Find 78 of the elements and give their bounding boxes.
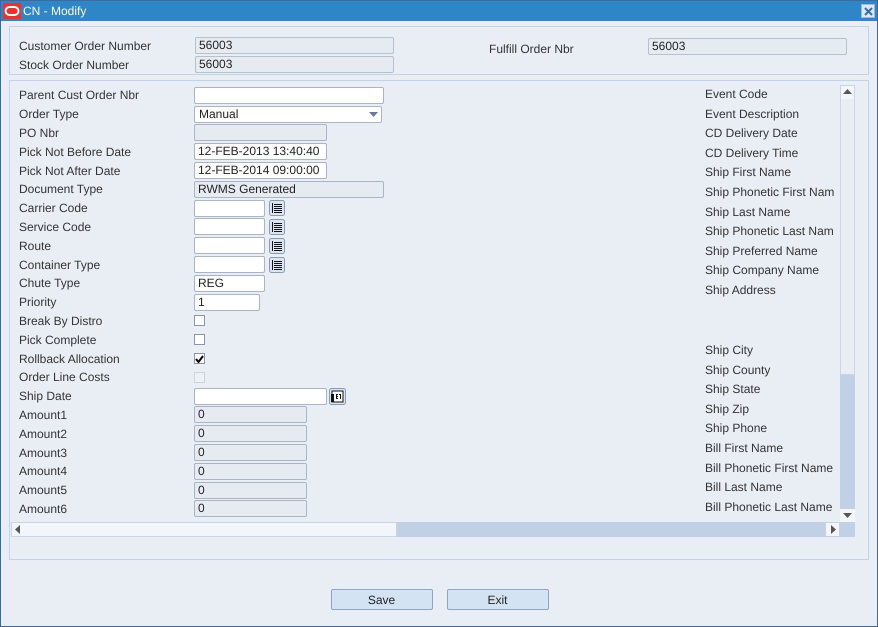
checkbox[interactable] (194, 353, 205, 364)
action-button[interactable]: Save (330, 589, 432, 610)
input-field: 56003 (195, 37, 394, 54)
action-button[interactable]: Exit (446, 589, 548, 610)
field-label: Ship Preferred Name (705, 242, 818, 259)
field-label: Pick Not Before Date (19, 144, 132, 161)
field-label: Break By Distro (19, 312, 104, 330)
input-field[interactable] (194, 237, 265, 254)
field-label: Fulfill Order Nbr (489, 41, 575, 58)
field-label: Ship Phonetic First Nam (705, 184, 834, 200)
input-field[interactable] (194, 218, 265, 236)
field-label: Service Code (19, 218, 92, 236)
field-label: Ship State (705, 381, 760, 398)
field-label: Route (19, 238, 52, 255)
field-label: Ship Last Name (705, 204, 790, 220)
field-label: Bill First Name (705, 440, 784, 456)
field-label: PO Nbr (19, 124, 60, 142)
window-title: CN - Modify (23, 3, 86, 20)
field-label: Amount3 (19, 444, 68, 462)
field-label: Ship Company Name (705, 262, 820, 278)
field-label: Container Type (19, 256, 102, 274)
input-field[interactable] (194, 256, 265, 274)
field-label: Bill Last Name (705, 479, 782, 496)
field-label: Ship City (705, 342, 754, 358)
checkbox[interactable] (194, 315, 205, 326)
horizontal-scrollbar[interactable] (11, 522, 855, 537)
input-field[interactable] (194, 200, 265, 217)
list-icon[interactable] (269, 200, 285, 216)
input-field[interactable] (194, 388, 327, 405)
input-field[interactable] (194, 86, 384, 104)
field-label: Ship First Name (705, 164, 792, 180)
close-icon (864, 6, 872, 16)
field-label: Ship Phonetic Last Nam (705, 223, 834, 240)
field-label: Carrier Code (19, 200, 89, 218)
field-label: Rollback Allocation (19, 350, 121, 368)
input-field[interactable]: 1 (194, 294, 260, 311)
field-label: Amount2 (19, 426, 68, 443)
logo-icon (3, 3, 21, 19)
list-icon[interactable] (269, 218, 285, 235)
field-label: Pick Not After Date (19, 162, 122, 180)
input-field[interactable]: 12-FEB-2013 13:40:40 (194, 143, 327, 160)
input-field[interactable]: 12-FEB-2014 09:00:00 (194, 162, 327, 180)
close-button[interactable] (861, 4, 875, 18)
field-label: Bill Phonetic First Name (705, 460, 834, 476)
field-label: Chute Type (19, 275, 82, 292)
field-label: Event Code (705, 86, 768, 102)
field-label: Pick Complete (19, 332, 98, 349)
field-label: Amount5 (19, 482, 68, 500)
vertical-scrollbar[interactable] (840, 85, 855, 522)
field-label: Ship Address (705, 282, 776, 298)
field-label: Event Description (705, 106, 800, 122)
field-label: Ship Zip (705, 400, 750, 417)
field-label: Order Type (19, 106, 80, 124)
field-label: Parent Cust Order Nbr (19, 87, 140, 104)
field-label: Customer Order Number (19, 38, 152, 54)
caret-icon (369, 112, 378, 117)
calendar-icon[interactable] (329, 388, 346, 405)
check-icon (195, 354, 204, 363)
field-label: Document Type (19, 181, 104, 198)
field-label: Bill Phonetic Last Name (705, 498, 832, 515)
input-field[interactable]: REG (194, 274, 265, 292)
field-label: Stock Order Number (19, 56, 130, 74)
field-label: Amount6 (19, 500, 68, 518)
list-icon[interactable] (269, 256, 285, 273)
field-label: Priority (19, 294, 58, 312)
list-icon[interactable] (269, 238, 285, 254)
field-label: Amount4 (19, 463, 68, 480)
input-field: 56003 (648, 38, 847, 55)
order-type-dropdown[interactable]: Manual (194, 106, 382, 123)
field-label: Ship County (705, 362, 770, 378)
field-label: CD Delivery Date (705, 125, 798, 142)
field-label: Amount1 (19, 406, 68, 424)
checkbox[interactable] (194, 334, 205, 346)
field-label: CD Delivery Time (705, 144, 798, 161)
field-label: Ship Date (19, 388, 73, 406)
input-field: 56003 (195, 56, 394, 73)
field-label: Order Line Costs (19, 369, 111, 386)
field-label: Ship Phone (705, 420, 768, 436)
